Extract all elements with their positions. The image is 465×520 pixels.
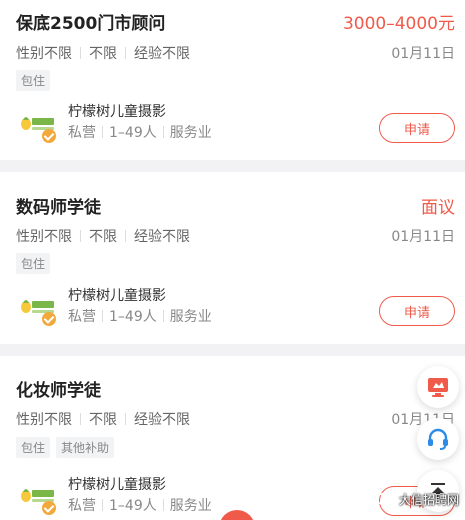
company-size: 1–49人 [109, 498, 157, 514]
divider [102, 126, 103, 138]
verified-badge-icon [42, 129, 56, 143]
company-industry: 服务业 [169, 498, 212, 514]
company-size: 1–49人 [109, 125, 157, 141]
divider [162, 310, 164, 322]
divider [162, 126, 164, 138]
watermark-text: 大信招聘网 [398, 493, 459, 507]
benefit-tag: 包住 [16, 70, 51, 91]
job-salary: 面议 [421, 198, 455, 218]
gender-requirement: 性别不限 [16, 412, 72, 428]
company-meta: 私营 1–49人 服务业 [68, 122, 212, 142]
benefit-tag: 包住 [16, 253, 51, 274]
company-industry: 服务业 [169, 125, 212, 141]
experience-requirement: 经验不限 [134, 412, 190, 428]
divider [102, 310, 103, 322]
company-meta: 私营 1–49人 服务业 [68, 306, 212, 326]
experience-requirement: 经验不限 [134, 46, 190, 62]
job-requirements: 性别不限 不限 经验不限 [16, 409, 190, 429]
divider [80, 413, 81, 425]
job-title[interactable]: 保底2500门市顾问 [16, 9, 165, 34]
education-requirement: 不限 [89, 46, 117, 62]
monitor-icon-button[interactable] [417, 366, 459, 408]
divider [125, 47, 126, 59]
customer-service-button[interactable] [417, 418, 459, 460]
verified-badge-icon [42, 312, 56, 326]
company-size: 1–49人 [109, 309, 157, 325]
education-requirement: 不限 [89, 412, 117, 428]
gender-requirement: 性别不限 [16, 229, 72, 245]
benefit-tags: 包住 [16, 253, 51, 274]
benefit-tags: 包住 其他补助 [16, 437, 115, 458]
post-date: 01月11日 [391, 46, 455, 62]
divider [102, 499, 103, 511]
job-requirements: 性别不限 不限 经验不限 [16, 43, 190, 63]
benefit-tag: 其他补助 [56, 437, 115, 458]
job-salary: 3000–4000元 [342, 14, 455, 34]
gender-requirement: 性别不限 [16, 46, 72, 62]
benefit-tag: 包住 [16, 437, 51, 458]
post-date: 01月11日 [391, 229, 455, 245]
divider [125, 413, 126, 425]
apply-button[interactable]: 申请 [379, 113, 455, 143]
company-type: 私营 [68, 498, 96, 514]
company-type: 私营 [68, 125, 96, 141]
company-type: 私营 [68, 309, 96, 325]
wechat-icon [376, 492, 395, 507]
education-requirement: 不限 [89, 229, 117, 245]
divider [125, 230, 126, 242]
job-title[interactable]: 化妆师学徒 [16, 376, 101, 401]
company-meta: 私营 1–49人 服务业 [68, 495, 212, 515]
apply-button[interactable]: 申请 [379, 296, 455, 326]
watermark: 大信招聘网 [376, 491, 459, 508]
company-name[interactable]: 柠檬树儿童摄影 [68, 474, 166, 494]
company-name[interactable]: 柠檬树儿童摄影 [68, 101, 166, 121]
divider [80, 230, 81, 242]
experience-requirement: 经验不限 [134, 229, 190, 245]
divider [80, 47, 81, 59]
verified-badge-icon [42, 501, 56, 515]
divider [162, 499, 164, 511]
monitor-icon [428, 378, 448, 397]
company-industry: 服务业 [169, 309, 212, 325]
company-name[interactable]: 柠檬树儿童摄影 [68, 285, 166, 305]
benefit-tags: 包住 [16, 70, 51, 91]
job-title[interactable]: 数码师学徒 [16, 193, 101, 218]
headset-icon [428, 428, 448, 450]
job-requirements: 性别不限 不限 经验不限 [16, 226, 190, 246]
